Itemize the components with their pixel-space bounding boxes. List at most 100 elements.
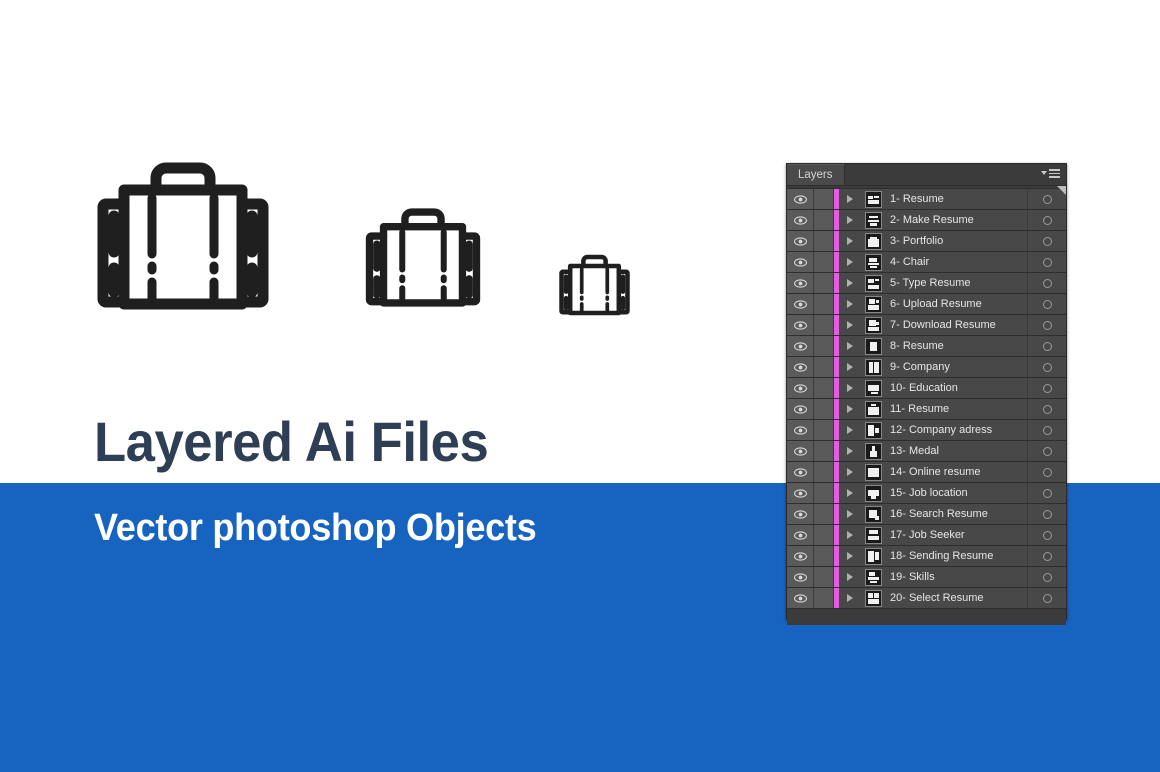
- layer-row[interactable]: 1- Resume: [787, 189, 1066, 210]
- layer-target-toggle[interactable]: [1027, 546, 1066, 566]
- layer-expand-toggle[interactable]: [839, 273, 861, 293]
- layer-target-toggle[interactable]: [1027, 420, 1066, 440]
- layer-target-toggle[interactable]: [1027, 399, 1066, 419]
- layer-target-toggle[interactable]: [1027, 567, 1066, 587]
- layer-row[interactable]: 12- Company adress: [787, 420, 1066, 441]
- layer-lock-cell[interactable]: [814, 441, 834, 461]
- layer-expand-toggle[interactable]: [839, 567, 861, 587]
- layer-row[interactable]: 19- Skills: [787, 567, 1066, 588]
- layer-expand-toggle[interactable]: [839, 546, 861, 566]
- layer-visibility-toggle[interactable]: [787, 378, 814, 398]
- layer-lock-cell[interactable]: [814, 210, 834, 230]
- layer-lock-cell[interactable]: [814, 546, 834, 566]
- layer-target-toggle[interactable]: [1027, 210, 1066, 230]
- layer-lock-cell[interactable]: [814, 462, 834, 482]
- layers-panel[interactable]: Layers 1- Resume 2- Make Resume 3- Portfol…: [786, 163, 1067, 625]
- layer-row[interactable]: 8- Resume: [787, 336, 1066, 357]
- layer-lock-cell[interactable]: [814, 336, 834, 356]
- layer-lock-cell[interactable]: [814, 231, 834, 251]
- layer-row[interactable]: 6- Upload Resume: [787, 294, 1066, 315]
- layer-target-toggle[interactable]: [1027, 483, 1066, 503]
- layer-lock-cell[interactable]: [814, 273, 834, 293]
- layer-target-toggle[interactable]: [1027, 294, 1066, 314]
- layer-visibility-toggle[interactable]: [787, 189, 814, 209]
- layer-expand-toggle[interactable]: [839, 231, 861, 251]
- layer-row[interactable]: 9- Company: [787, 357, 1066, 378]
- layer-expand-toggle[interactable]: [839, 399, 861, 419]
- layer-lock-cell[interactable]: [814, 294, 834, 314]
- layer-row[interactable]: 2- Make Resume: [787, 210, 1066, 231]
- layer-row[interactable]: 15- Job location: [787, 483, 1066, 504]
- layer-expand-toggle[interactable]: [839, 336, 861, 356]
- layer-expand-toggle[interactable]: [839, 210, 861, 230]
- layer-expand-toggle[interactable]: [839, 315, 861, 335]
- layer-lock-cell[interactable]: [814, 525, 834, 545]
- layer-lock-cell[interactable]: [814, 420, 834, 440]
- layer-expand-toggle[interactable]: [839, 525, 861, 545]
- tab-layers[interactable]: Layers: [787, 164, 845, 185]
- layer-target-toggle[interactable]: [1027, 525, 1066, 545]
- layer-visibility-toggle[interactable]: [787, 357, 814, 377]
- layer-row[interactable]: 16- Search Resume: [787, 504, 1066, 525]
- layer-lock-cell[interactable]: [814, 567, 834, 587]
- layer-lock-cell[interactable]: [814, 504, 834, 524]
- layer-row[interactable]: 17- Job Seeker: [787, 525, 1066, 546]
- layer-expand-toggle[interactable]: [839, 462, 861, 482]
- layer-row[interactable]: 3- Portfolio: [787, 231, 1066, 252]
- layer-lock-cell[interactable]: [814, 252, 834, 272]
- layer-row[interactable]: 14- Online resume: [787, 462, 1066, 483]
- layer-lock-cell[interactable]: [814, 588, 834, 608]
- layer-expand-toggle[interactable]: [839, 420, 861, 440]
- layer-target-toggle[interactable]: [1027, 504, 1066, 524]
- layer-lock-cell[interactable]: [814, 378, 834, 398]
- layer-row[interactable]: 4- Chair: [787, 252, 1066, 273]
- layer-visibility-toggle[interactable]: [787, 399, 814, 419]
- layer-expand-toggle[interactable]: [839, 294, 861, 314]
- layer-row[interactable]: 7- Download Resume: [787, 315, 1066, 336]
- layer-target-toggle[interactable]: [1027, 441, 1066, 461]
- layer-visibility-toggle[interactable]: [787, 210, 814, 230]
- layer-expand-toggle[interactable]: [839, 357, 861, 377]
- layer-visibility-toggle[interactable]: [787, 462, 814, 482]
- layer-visibility-toggle[interactable]: [787, 336, 814, 356]
- layer-target-toggle[interactable]: [1027, 336, 1066, 356]
- layer-visibility-toggle[interactable]: [787, 294, 814, 314]
- layer-lock-cell[interactable]: [814, 189, 834, 209]
- layer-expand-toggle[interactable]: [839, 252, 861, 272]
- layer-target-toggle[interactable]: [1027, 378, 1066, 398]
- layer-target-toggle[interactable]: [1027, 315, 1066, 335]
- panel-menu-icon[interactable]: [1041, 169, 1060, 178]
- layer-lock-cell[interactable]: [814, 483, 834, 503]
- layer-visibility-toggle[interactable]: [787, 273, 814, 293]
- layer-expand-toggle[interactable]: [839, 441, 861, 461]
- layer-visibility-toggle[interactable]: [787, 588, 814, 608]
- layer-row[interactable]: 18- Sending Resume: [787, 546, 1066, 567]
- layer-visibility-toggle[interactable]: [787, 483, 814, 503]
- layer-visibility-toggle[interactable]: [787, 525, 814, 545]
- layer-target-toggle[interactable]: [1027, 273, 1066, 293]
- layer-target-toggle[interactable]: [1027, 357, 1066, 377]
- layer-visibility-toggle[interactable]: [787, 315, 814, 335]
- layer-visibility-toggle[interactable]: [787, 252, 814, 272]
- layer-expand-toggle[interactable]: [839, 588, 861, 608]
- layer-target-toggle[interactable]: [1027, 231, 1066, 251]
- layer-expand-toggle[interactable]: [839, 378, 861, 398]
- layer-expand-toggle[interactable]: [839, 504, 861, 524]
- layer-lock-cell[interactable]: [814, 357, 834, 377]
- layer-target-toggle[interactable]: [1027, 588, 1066, 608]
- layer-visibility-toggle[interactable]: [787, 546, 814, 566]
- layer-expand-toggle[interactable]: [839, 189, 861, 209]
- layer-target-toggle[interactable]: [1027, 252, 1066, 272]
- layer-row[interactable]: 10- Education: [787, 378, 1066, 399]
- layer-visibility-toggle[interactable]: [787, 231, 814, 251]
- layer-lock-cell[interactable]: [814, 315, 834, 335]
- layer-target-toggle[interactable]: [1027, 462, 1066, 482]
- layer-expand-toggle[interactable]: [839, 483, 861, 503]
- layer-row[interactable]: 13- Medal: [787, 441, 1066, 462]
- layer-row[interactable]: 11- Resume: [787, 399, 1066, 420]
- layer-visibility-toggle[interactable]: [787, 441, 814, 461]
- layer-lock-cell[interactable]: [814, 399, 834, 419]
- layer-row[interactable]: 20- Select Resume: [787, 588, 1066, 609]
- layer-visibility-toggle[interactable]: [787, 420, 814, 440]
- layer-visibility-toggle[interactable]: [787, 504, 814, 524]
